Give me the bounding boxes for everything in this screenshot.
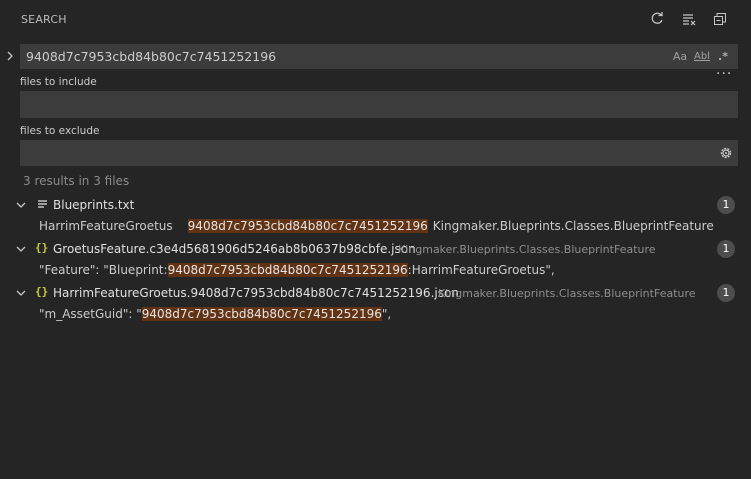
match-case-toggle[interactable]: Aa	[672, 48, 688, 64]
match-count-badge: 1	[717, 196, 735, 214]
result-file-row[interactable]: Blueprints.txt 1	[0, 195, 751, 217]
files-to-exclude-input[interactable]	[20, 140, 738, 166]
files-to-include-label: files to include	[20, 76, 97, 88]
match-highlight: 9408d7c7953cbd84b80c7c7451252196	[167, 263, 408, 277]
match-before: "Feature": "Blueprint:	[39, 263, 168, 277]
result-match-row[interactable]: "m_AssetGuid": "9408d7c7953cbd84b80c7c74…	[0, 305, 751, 327]
chevron-down-icon[interactable]	[15, 199, 27, 211]
result-file-path: Kingmaker.Blueprints.Classes.BlueprintFe…	[438, 287, 696, 300]
clear-results-icon[interactable]	[680, 10, 698, 28]
toggle-replace-chevron-icon[interactable]	[5, 50, 15, 62]
json-file-icon: {}	[35, 241, 49, 254]
collapse-all-icon[interactable]	[711, 10, 729, 28]
chevron-down-icon[interactable]	[15, 243, 27, 255]
regex-toggle[interactable]: .*	[715, 48, 731, 64]
result-match-row[interactable]: HarrimFeatureGroetus 9408d7c7953cbd84b80c…	[0, 217, 751, 239]
match-after: Kingmaker.Blueprints.Classes.BlueprintFe…	[432, 219, 714, 233]
results-summary: 3 results in 3 files	[23, 174, 130, 188]
match-highlight: 9408d7c7953cbd84b80c7c7451252196	[187, 219, 428, 233]
result-match-row[interactable]: "Feature": "Blueprint:9408d7c7953cbd84b8…	[0, 261, 751, 283]
whole-word-toggle[interactable]: Abl	[693, 48, 711, 64]
search-panel-header: SEARCH	[0, 0, 751, 36]
search-input[interactable]: 9408d7c7953cbd84b80c7c7451252196 Aa Abl …	[20, 44, 738, 69]
files-to-include-input[interactable]	[20, 91, 738, 118]
match-text: "m_AssetGuid": "9408d7c7953cbd84b80c7c74…	[39, 307, 391, 321]
match-text: HarrimFeatureGroetus 9408d7c7953cbd84b80c…	[39, 219, 714, 233]
match-highlight: 9408d7c7953cbd84b80c7c7451252196	[141, 307, 382, 321]
match-before: HarrimFeatureGroetus	[39, 219, 173, 233]
text-file-icon	[37, 198, 49, 212]
search-query: 9408d7c7953cbd84b80c7c7451252196	[26, 49, 277, 64]
json-file-icon: {}	[35, 285, 49, 298]
match-after: :HarrimFeatureGroetus",	[407, 263, 555, 277]
chevron-down-icon[interactable]	[15, 287, 27, 299]
files-to-exclude-label: files to exclude	[20, 125, 100, 137]
more-options-icon[interactable]: ···	[716, 67, 734, 81]
result-file-row[interactable]: {} HarrimFeatureGroetus.9408d7c7953cbd84…	[0, 283, 751, 305]
result-file-name: GroetusFeature.c3e4d5681906d5246ab8b0637…	[53, 242, 416, 256]
match-text: "Feature": "Blueprint:9408d7c7953cbd84b8…	[39, 263, 555, 277]
match-after: ",	[381, 307, 392, 321]
refresh-icon[interactable]	[648, 10, 666, 28]
result-file-row[interactable]: {} GroetusFeature.c3e4d5681906d5246ab8b0…	[0, 239, 751, 261]
match-before: "m_AssetGuid": "	[39, 307, 142, 321]
match-count-badge: 1	[717, 284, 735, 302]
result-file-path: Kingmaker.Blueprints.Classes.BlueprintFe…	[398, 243, 656, 256]
panel-title: SEARCH	[21, 13, 67, 26]
use-exclude-settings-gear-icon[interactable]	[718, 145, 734, 161]
result-file-name: HarrimFeatureGroetus.9408d7c7953cbd84b80…	[53, 286, 459, 300]
match-count-badge: 1	[717, 240, 735, 258]
result-file-name: Blueprints.txt	[53, 198, 135, 212]
